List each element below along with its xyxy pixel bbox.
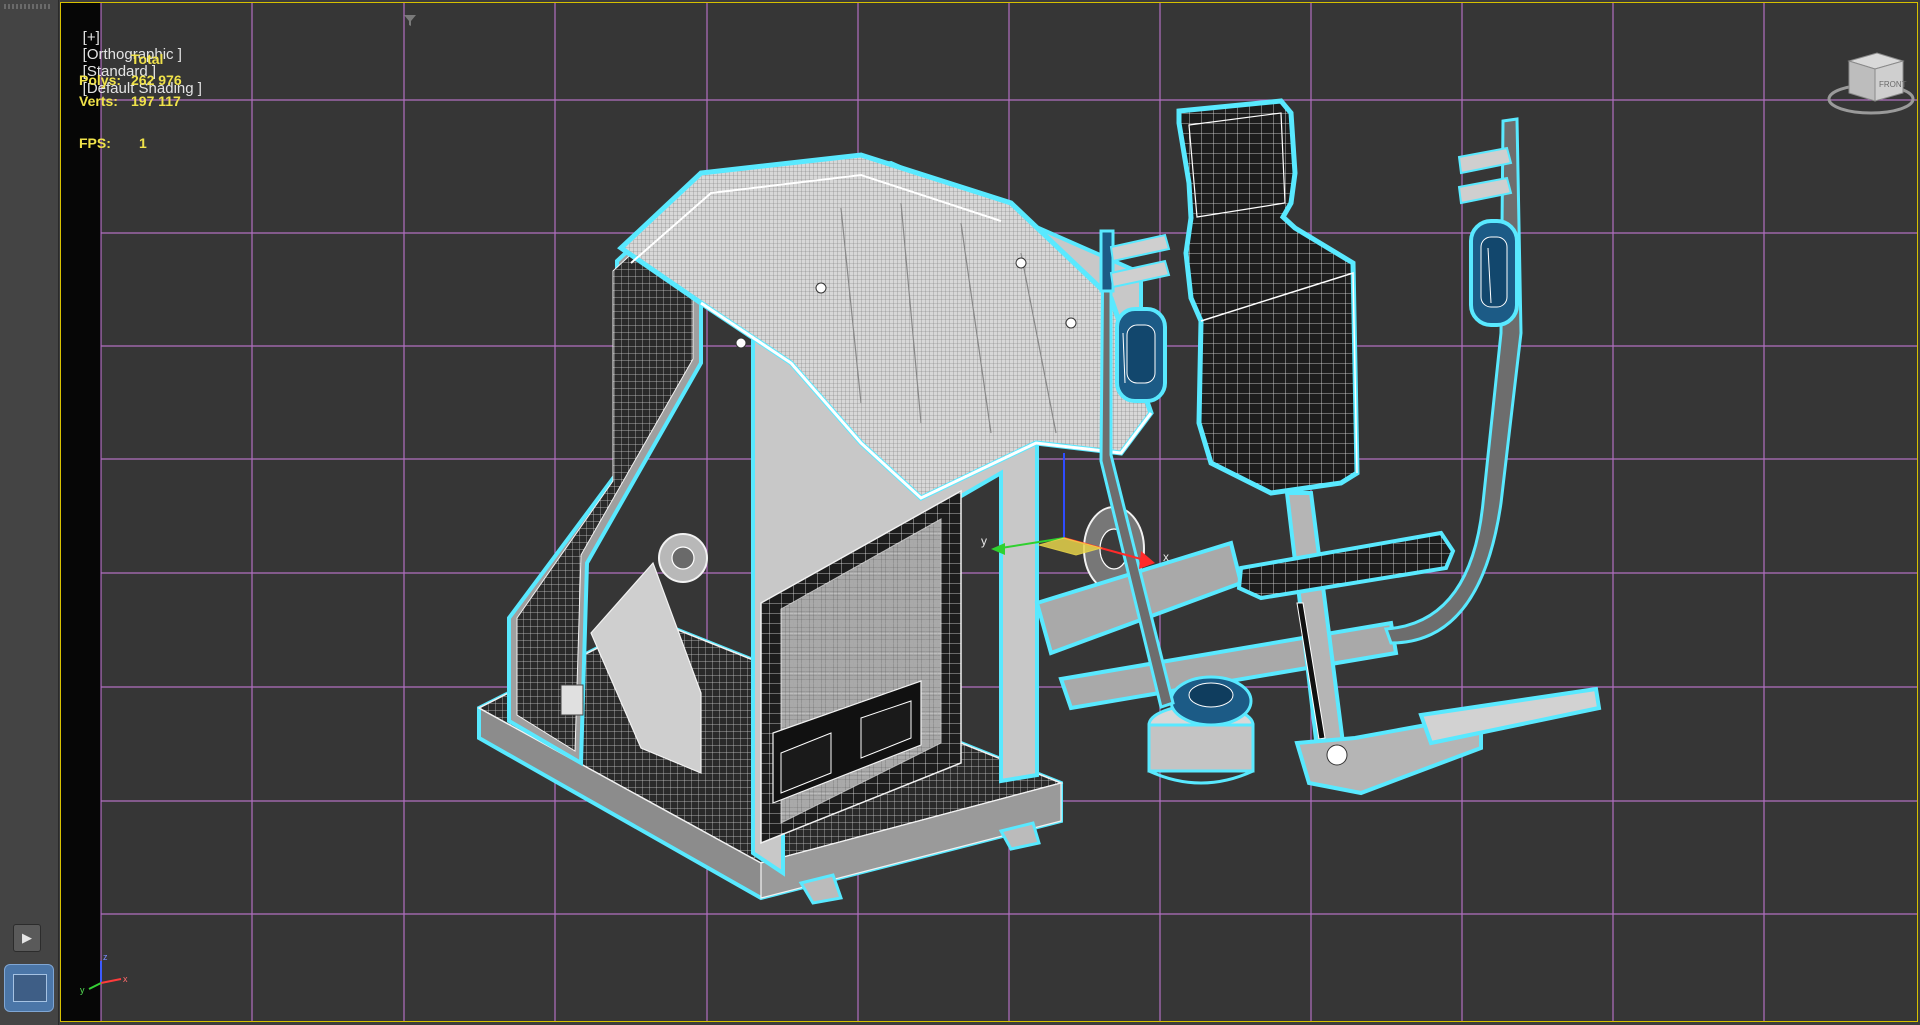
stats-total-label: Total bbox=[131, 51, 164, 67]
tripod-x-label: x bbox=[123, 974, 128, 984]
viewcube-face-label: FRONT bbox=[1879, 80, 1907, 89]
stats-polys-label: Polys: bbox=[79, 72, 122, 88]
perspective-viewport[interactable]: x y [+] [Orthographic ] [Standard ] [Def… bbox=[60, 2, 1918, 1022]
stats-verts-label: Verts: bbox=[79, 93, 118, 109]
tripod-y-label: y bbox=[80, 985, 85, 995]
stats-fps-value: 1 bbox=[139, 135, 147, 151]
viewport-layout-icon bbox=[13, 974, 47, 1002]
tripod-z-label: z bbox=[103, 952, 108, 962]
gym-machine-wireframe-model[interactable]: x y bbox=[61, 3, 1918, 1022]
gizmo-y-label: y bbox=[981, 534, 987, 548]
filter-icon[interactable] bbox=[403, 13, 417, 27]
play-icon: ▶ bbox=[22, 930, 32, 945]
gizmo-x-label: x bbox=[1163, 550, 1169, 564]
stats-polys-value: 262 976 bbox=[131, 72, 182, 88]
axis-tripod-icon: z x y bbox=[80, 952, 128, 995]
viewport-layout-button[interactable] bbox=[4, 964, 54, 1012]
stats-fps-label: FPS: bbox=[79, 135, 111, 151]
viewcube-icon[interactable]: FRONT bbox=[1819, 43, 1917, 123]
viewport-plus-menu[interactable]: [+] bbox=[83, 29, 100, 46]
panel-grip[interactable] bbox=[4, 4, 50, 9]
seat-backrest bbox=[1176, 98, 1360, 496]
left-tool-panel: ▶ bbox=[0, 0, 59, 1025]
play-button[interactable]: ▶ bbox=[13, 924, 41, 952]
stats-verts-value: 197 117 bbox=[131, 93, 181, 109]
